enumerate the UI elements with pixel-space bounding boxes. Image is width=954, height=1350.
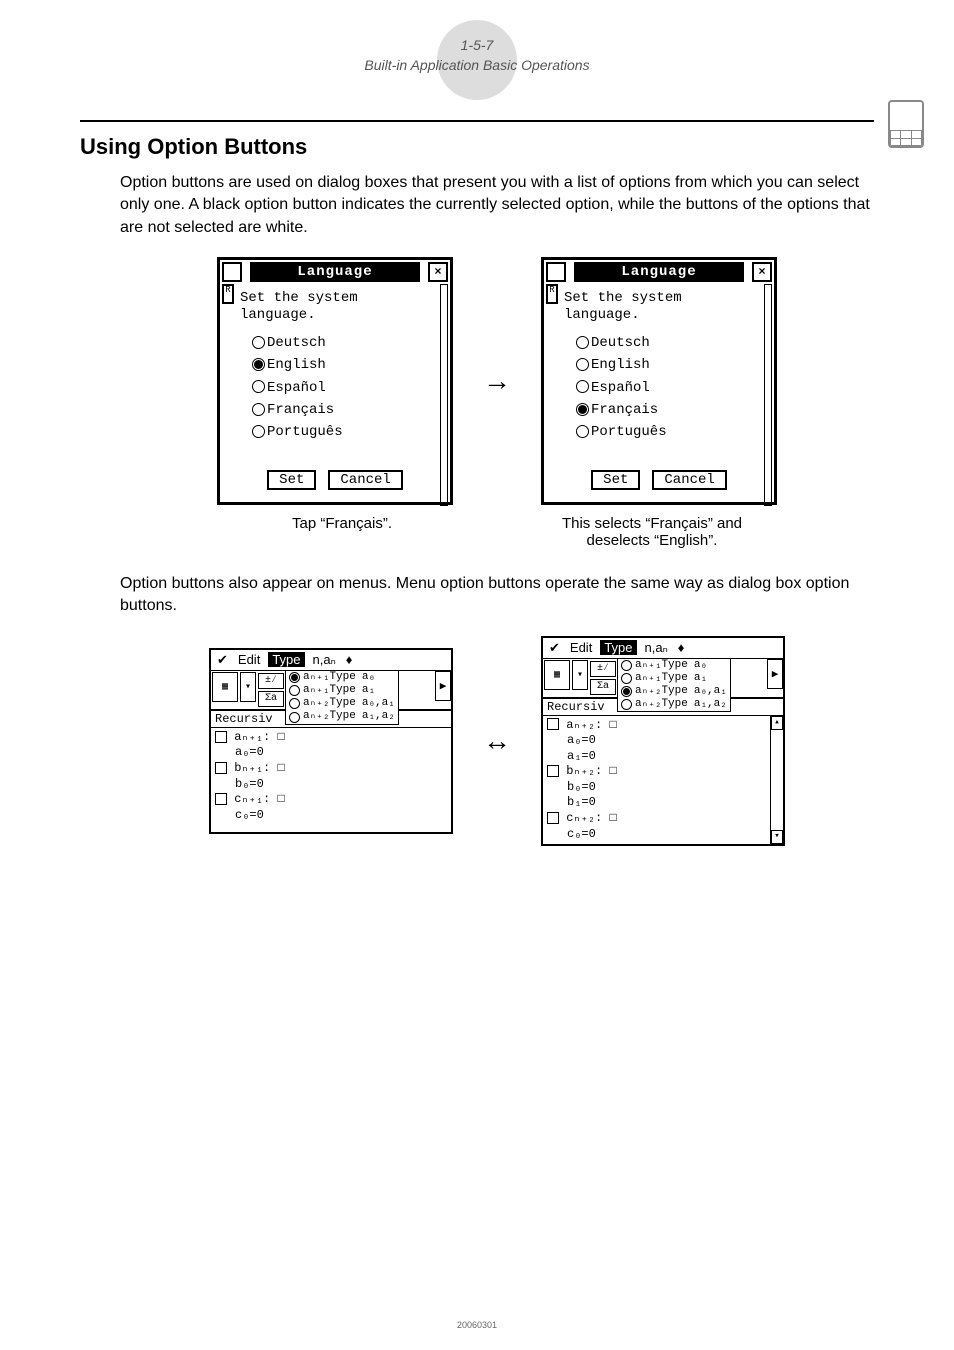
dialog-msg-l2: language. (564, 307, 640, 323)
figure-captions: Tap “Français”. This selects “Français” … (120, 515, 874, 549)
close-icon[interactable]: × (752, 262, 772, 282)
page-subtitle: Built-in Application Basic Operations (80, 56, 874, 76)
dialog-msg-l1: Set the system (240, 290, 358, 306)
type-option-3[interactable]: aₙ₊₂Typea₀,a₁ (286, 697, 398, 710)
option-english[interactable]: English (252, 354, 430, 376)
divider (80, 120, 874, 122)
figure-row-2: ✔ Edit Type n,aₙ ♦ ▦ ▾ ±⁄ Σa aₙ₊₁Typea₀ … (120, 636, 874, 847)
dialog-title: Language (574, 262, 744, 282)
menu-edit[interactable]: Edit (568, 640, 594, 655)
toolbar-sigma-icon[interactable]: Σa (258, 691, 284, 707)
checkbox[interactable] (547, 765, 559, 777)
toolbar-fraction-icon[interactable]: ±⁄ (590, 661, 616, 677)
checkbox[interactable] (215, 731, 227, 743)
toolbar-grid-icon[interactable]: ▦ (212, 672, 238, 702)
type-option-3[interactable]: aₙ₊₂Typea₀,a₁ (618, 685, 730, 698)
sequence-editor-right: ✔ Edit Type n,aₙ ♦ ▦ ▾ ±⁄ Σa aₙ₊₁Typea₀ … (541, 636, 785, 847)
type-option-2[interactable]: aₙ₊₁Typea₁ (286, 684, 398, 697)
type-dropdown-menu: aₙ₊₁Typea₀ aₙ₊₁Typea₁ aₙ₊₂Typea₀,a₁ aₙ₊₂… (617, 658, 731, 713)
checkbox[interactable] (215, 762, 227, 774)
option-portugues[interactable]: Português (576, 421, 754, 443)
option-espanol[interactable]: Español (252, 377, 430, 399)
option-deutsch[interactable]: Deutsch (576, 332, 754, 354)
toolbar-grid-icon[interactable]: ▦ (544, 660, 570, 690)
dialog-title: Language (250, 262, 420, 282)
cancel-button[interactable]: Cancel (328, 470, 402, 490)
toolbar-more-icon[interactable]: ▶ (767, 659, 783, 689)
menu-check-icon[interactable]: ✔ (215, 652, 230, 668)
option-francais[interactable]: Français (576, 399, 754, 421)
second-paragraph: Option buttons also appear on menus. Men… (120, 573, 874, 618)
scroll-up-icon[interactable]: ▴ (771, 716, 783, 730)
checkbox[interactable] (215, 793, 227, 805)
menu-check-icon[interactable]: ✔ (547, 640, 562, 656)
checkbox[interactable] (547, 718, 559, 730)
arrow-right-icon: → (483, 367, 511, 395)
menu-nan[interactable]: n,aₙ (311, 652, 338, 668)
close-icon[interactable]: × (428, 262, 448, 282)
menu-type[interactable]: Type (600, 640, 636, 655)
type-option-1[interactable]: aₙ₊₁Typea₀ (286, 671, 398, 684)
language-dialog-before: Language × R Set the system language. De… (217, 257, 453, 505)
toolbar-sigma-icon[interactable]: Σa (590, 679, 616, 695)
type-option-2[interactable]: aₙ₊₁Typea₁ (618, 672, 730, 685)
scrollbar[interactable]: ▴ ▾ (770, 716, 783, 845)
menu-edit[interactable]: Edit (236, 652, 262, 667)
type-option-4[interactable]: aₙ₊₂Typea₁,a₂ (618, 698, 730, 711)
menu-type[interactable]: Type (268, 652, 304, 667)
set-button[interactable]: Set (267, 470, 316, 490)
option-portugues[interactable]: Português (252, 421, 430, 443)
type-option-4[interactable]: aₙ₊₂Typea₁,a₂ (286, 710, 398, 723)
scroll-down-icon[interactable]: ▾ (771, 830, 783, 844)
type-option-1[interactable]: aₙ₊₁Typea₀ (618, 659, 730, 672)
figure-row-1: Language × R Set the system language. De… (120, 257, 874, 505)
sequence-list: aₙ₊₂: □ a₀=0 a₁=0 bₙ₊₂: □ b₀=0 b₁=0 cₙ₊₂… (543, 716, 783, 845)
titlebar-left-notch (222, 262, 242, 282)
option-english[interactable]: English (576, 354, 754, 376)
language-dialog-after: Language × R Set the system language. De… (541, 257, 777, 505)
sequence-list: aₙ₊₁: □ a₀=0 bₙ₊₁: □ b₀=0 cₙ₊₁: □ c₀=0 (211, 728, 451, 832)
footer-code: 20060301 (0, 1320, 954, 1330)
checkbox[interactable] (547, 812, 559, 824)
toolbar-more-icon[interactable]: ▶ (435, 671, 451, 701)
type-dropdown-menu: aₙ₊₁Typea₀ aₙ₊₁Typea₁ aₙ₊₂Typea₀,a₁ aₙ₊₂… (285, 670, 399, 725)
page-code: 1-5-7 (80, 36, 874, 56)
toolbar-fraction-icon[interactable]: ±⁄ (258, 673, 284, 689)
option-deutsch[interactable]: Deutsch (252, 332, 430, 354)
set-button[interactable]: Set (591, 470, 640, 490)
dialog-msg-l2: language. (240, 307, 316, 323)
sequence-editor-left: ✔ Edit Type n,aₙ ♦ ▦ ▾ ±⁄ Σa aₙ₊₁Typea₀ … (209, 648, 453, 834)
toolbar-dropdown-icon[interactable]: ▾ (572, 660, 588, 690)
section-heading: Using Option Buttons (80, 134, 874, 160)
menu-diamond-icon[interactable]: ♦ (676, 640, 687, 655)
menu-nan[interactable]: n,aₙ (643, 640, 670, 656)
caption-left: Tap “Français”. (227, 515, 457, 549)
toolbar-dropdown-icon[interactable]: ▾ (240, 672, 256, 702)
option-espanol[interactable]: Español (576, 377, 754, 399)
intro-paragraph: Option buttons are used on dialog boxes … (120, 172, 874, 239)
dialog-msg-l1: Set the system (564, 290, 682, 306)
option-francais[interactable]: Français (252, 399, 430, 421)
menu-diamond-icon[interactable]: ♦ (344, 652, 355, 667)
caption-right: This selects “Français” and deselects “E… (537, 515, 767, 549)
titlebar-left-notch (546, 262, 566, 282)
page-header: 1-5-7 Built-in Application Basic Operati… (80, 30, 874, 100)
arrow-bidir-icon: ↔ (483, 727, 511, 755)
cancel-button[interactable]: Cancel (652, 470, 726, 490)
